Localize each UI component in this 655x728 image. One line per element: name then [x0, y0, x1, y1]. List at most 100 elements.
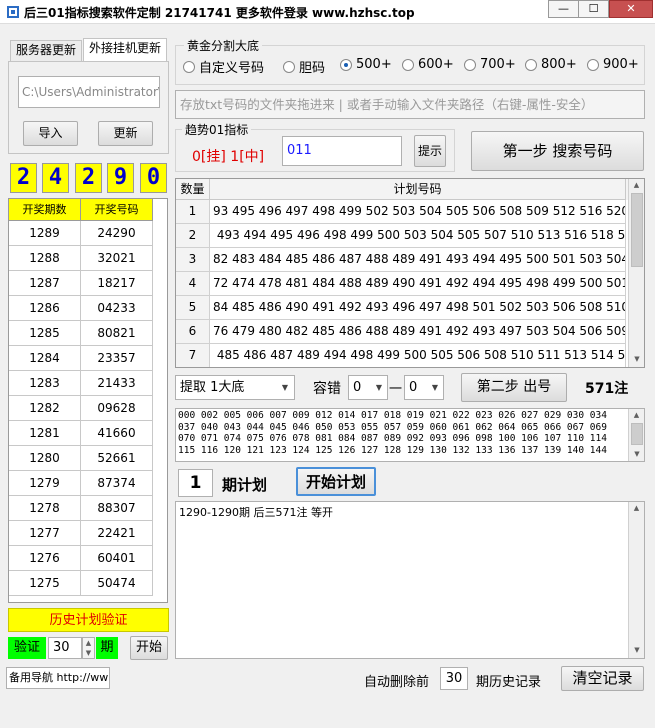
history-period-cell: 1285 [9, 321, 81, 346]
history-row[interactable]: 1289 24290 [9, 221, 167, 246]
tolerance-dash: 一 [389, 382, 403, 397]
output-numbers-box[interactable]: 000 002 005 006 007 009 012 014 017 018 … [175, 408, 645, 462]
history-row[interactable]: 1284 23357 [9, 346, 167, 371]
plan-index-cell: 3 [176, 248, 210, 272]
scroll-down-icon[interactable]: ▼ [629, 644, 645, 656]
app-icon [7, 6, 19, 18]
history-row[interactable]: 1281 41660 [9, 421, 167, 446]
history-number-cell: 87374 [81, 471, 153, 496]
plan-numbers-cell: 82 483 484 485 486 487 488 489 491 493 4… [210, 248, 626, 272]
plan-row[interactable]: 1 93 495 496 497 498 499 502 503 504 505 … [176, 200, 644, 224]
scroll-up-icon[interactable]: ▲ [629, 502, 644, 514]
verify-label: 验证 [8, 637, 46, 659]
history-row[interactable]: 1278 88307 [9, 496, 167, 521]
spin-down-icon[interactable]: ▼ [83, 648, 94, 658]
tab-server-update[interactable]: 服务器更新 [10, 40, 82, 61]
col-plan-numbers: 计划号码 [210, 179, 626, 200]
plan-row[interactable]: 7 485 486 487 489 494 498 499 500 505 50… [176, 344, 644, 367]
history-row[interactable]: 1276 60401 [9, 546, 167, 571]
history-row[interactable]: 1280 52661 [9, 446, 167, 471]
chevron-down-icon[interactable]: ▼ [429, 376, 441, 399]
radio-500[interactable]: 500+ [340, 57, 392, 72]
scroll-down-icon[interactable]: ▼ [629, 353, 644, 365]
maximize-button[interactable]: ☐ [578, 0, 609, 18]
scroll-up-icon[interactable]: ▲ [629, 409, 644, 421]
plan-table[interactable]: 数量 计划号码 1 93 495 496 497 498 499 502 503 … [175, 178, 645, 368]
step1-search-button[interactable]: 第一步 搜索号码 [471, 131, 644, 171]
minimize-button[interactable]: — [548, 0, 579, 18]
scroll-thumb[interactable] [631, 423, 643, 445]
history-row[interactable]: 1287 18217 [9, 271, 167, 296]
radio-800[interactable]: 800+ [525, 57, 577, 72]
log-scrollbar[interactable]: ▲ ▼ [628, 502, 644, 658]
tolerance-from-value: 0 [353, 380, 362, 395]
verify-spinner[interactable]: ▲ ▼ [82, 637, 95, 659]
output-scrollbar[interactable]: ▲ ▼ [628, 409, 644, 461]
plan-row[interactable]: 6 76 479 480 482 485 486 488 489 491 492 … [176, 320, 644, 344]
plan-periods-input[interactable]: 1 [178, 469, 213, 497]
history-period-cell: 1277 [9, 521, 81, 546]
history-period-cell: 1282 [9, 396, 81, 421]
close-button[interactable]: ✕ [609, 0, 653, 18]
plan-row[interactable]: 4 72 474 478 481 484 488 489 490 491 492 … [176, 272, 644, 296]
history-period-cell: 1281 [9, 421, 81, 446]
scroll-down-icon[interactable]: ▼ [629, 448, 644, 460]
path-input[interactable] [18, 76, 160, 108]
plan-numbers-cell: 72 474 478 481 484 488 489 490 491 492 4… [210, 272, 626, 296]
radio-dot-icon [587, 58, 599, 71]
extract-select[interactable]: 提取 1大底 ▼ [175, 375, 295, 400]
spin-up-icon[interactable]: ▲ [83, 638, 94, 648]
verify-periods-input[interactable]: 30 [48, 637, 82, 659]
radio-900[interactable]: 900+ [587, 57, 639, 72]
hint-button[interactable]: 提示 [414, 135, 446, 167]
folder-path-input[interactable]: 存放txt号码的文件夹拖进来 | 或者手动输入文件夹路径（右键-属性-安全） [175, 90, 645, 119]
radio-dot-icon [283, 60, 295, 73]
plan-row[interactable]: 2 493 494 495 496 498 499 500 503 504 50… [176, 224, 644, 248]
title-bar: 后三01指标搜索软件定制 21741741 更多软件登录 www.hzhsc.t… [0, 0, 655, 24]
history-row[interactable]: 1282 09628 [9, 396, 167, 421]
backup-nav-field[interactable]: 备用导航 http://ww [6, 667, 110, 689]
plan-log-area[interactable]: 1290-1290期 后三571注 等开 ▲ ▼ [175, 501, 645, 659]
plan-rows: 1 93 495 496 497 498 499 502 503 504 505 … [176, 200, 644, 367]
trend-input[interactable]: 011 [282, 136, 402, 166]
plan-index-cell: 2 [176, 224, 210, 248]
auto-delete-input[interactable]: 30 [440, 667, 468, 690]
radio-600[interactable]: 600+ [402, 57, 454, 72]
import-button[interactable]: 导入 [23, 121, 78, 146]
history-period-cell: 1276 [9, 546, 81, 571]
radio-dot-icon [464, 58, 476, 71]
history-table[interactable]: 开奖期数 开奖号码 1289 24290 1288 32021 1287 18217 128… [8, 198, 168, 603]
scroll-up-icon[interactable]: ▲ [629, 179, 644, 191]
history-records-label: 期历史记录 [476, 675, 542, 690]
history-row[interactable]: 1275 50474 [9, 571, 167, 596]
radio-dan[interactable]: 胆码 [283, 57, 325, 76]
history-row[interactable]: 1277 22421 [9, 521, 167, 546]
plan-row[interactable]: 3 82 483 484 485 486 487 488 489 491 493 … [176, 248, 644, 272]
tolerance-from-select[interactable]: 0 ▼ [348, 375, 388, 400]
extract-select-value: 提取 1大底 [180, 380, 245, 395]
history-row[interactable]: 1285 80821 [9, 321, 167, 346]
radio-custom[interactable]: 自定义号码 [183, 57, 264, 76]
verify-start-button[interactable]: 开始 [130, 636, 168, 660]
tolerance-label: 容错 [313, 381, 341, 397]
history-row[interactable]: 1288 32021 [9, 246, 167, 271]
scroll-thumb[interactable] [631, 193, 643, 267]
history-period-cell: 1275 [9, 571, 81, 596]
radio-700[interactable]: 700+ [464, 57, 516, 72]
chevron-down-icon[interactable]: ▼ [373, 376, 385, 399]
clear-records-button[interactable]: 清空记录 [561, 666, 644, 691]
history-row[interactable]: 1283 21433 [9, 371, 167, 396]
update-button[interactable]: 更新 [98, 121, 153, 146]
plan-numbers-cell: 84 485 486 490 491 492 493 496 497 498 5… [210, 296, 626, 320]
plan-header: 数量 计划号码 [176, 179, 644, 200]
start-plan-button[interactable]: 开始计划 [296, 467, 376, 496]
history-row[interactable]: 1286 04233 [9, 296, 167, 321]
step2-output-button[interactable]: 第二步 出号 [461, 373, 567, 402]
plan-scrollbar[interactable]: ▲ ▼ [628, 179, 644, 367]
history-row[interactable]: 1279 87374 [9, 471, 167, 496]
digit-4: 9 [107, 163, 134, 193]
tolerance-to-select[interactable]: 0 ▼ [404, 375, 444, 400]
plan-row[interactable]: 5 84 485 486 490 491 492 493 496 497 498 … [176, 296, 644, 320]
tab-external-update[interactable]: 外接挂机更新 [83, 38, 167, 61]
chevron-down-icon[interactable]: ▼ [279, 376, 291, 399]
